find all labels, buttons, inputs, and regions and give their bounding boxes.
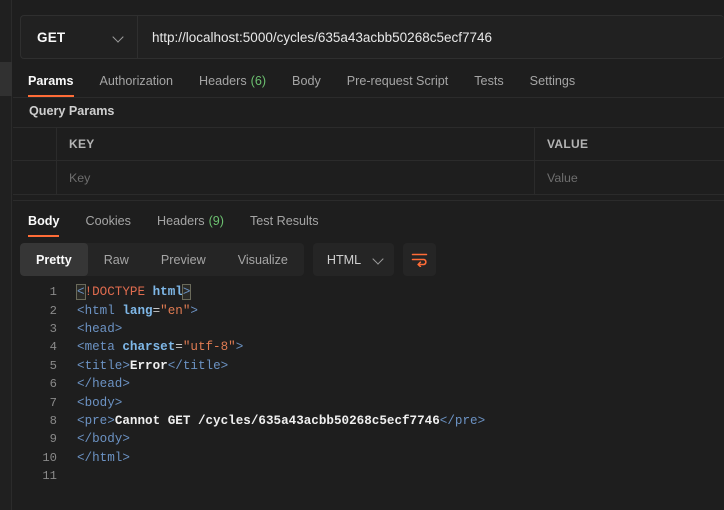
code-line-content: <title>Error</title> bbox=[77, 358, 229, 373]
tab-label: Body bbox=[28, 213, 60, 228]
response-section-divider bbox=[13, 200, 724, 201]
tab-label: Cookies bbox=[85, 213, 131, 228]
code-line: 2 <html lang="en"> bbox=[13, 301, 724, 319]
tab-count-badge: (9) bbox=[208, 213, 224, 228]
view-mode-visualize[interactable]: Visualize bbox=[222, 243, 304, 276]
request-tabs: Params Authorization Headers (6) Body Pre-req… bbox=[20, 64, 724, 97]
view-mode-preview[interactable]: Preview bbox=[145, 243, 222, 276]
response-body-code-viewer[interactable]: 1 <!DOCTYPE html> 2 <html lang="en"> 3 <head>… bbox=[13, 283, 724, 510]
code-line-content: </head> bbox=[77, 377, 130, 392]
code-line: 1 <!DOCTYPE html> bbox=[13, 283, 724, 301]
code-line-content: <meta charset="utf-8"> bbox=[77, 340, 244, 355]
code-line-number: 5 bbox=[49, 358, 57, 373]
tab-label: Authorization bbox=[99, 73, 174, 88]
response-language-label: HTML bbox=[326, 252, 362, 267]
code-line-content: <head> bbox=[77, 321, 123, 336]
tab-label: Headers bbox=[156, 213, 205, 228]
column-header-key: KEY bbox=[57, 128, 535, 160]
code-line-number: 8 bbox=[49, 413, 57, 428]
code-line-number: 2 bbox=[49, 303, 57, 318]
chevron-down-icon bbox=[373, 254, 384, 265]
code-line: 6 </head> bbox=[13, 375, 724, 393]
select-all-checkbox-cell[interactable] bbox=[13, 128, 57, 160]
tab-label: Tests bbox=[474, 73, 504, 88]
column-header-value: VALUE bbox=[535, 128, 724, 160]
view-mode-pretty[interactable]: Pretty bbox=[20, 243, 88, 276]
code-line: 5 <title>Error</title> bbox=[13, 357, 724, 375]
code-line-number: 9 bbox=[49, 432, 57, 447]
code-line-content: <!DOCTYPE html> bbox=[76, 284, 192, 301]
tab-body[interactable]: Body bbox=[20, 204, 72, 237]
url-text: http://localhost:5000/cycles/635a43acbb5… bbox=[152, 29, 493, 45]
response-language-select[interactable]: HTML bbox=[312, 243, 395, 276]
code-line-number: 1 bbox=[49, 285, 57, 300]
table-header-row: KEY VALUE bbox=[13, 127, 724, 160]
tab-label: Pre-request Script bbox=[346, 73, 449, 88]
tab-label: Test Results bbox=[250, 213, 319, 228]
code-line: 10 </html> bbox=[13, 449, 724, 467]
table-bottom-divider bbox=[13, 194, 724, 195]
tab-count-badge: (6) bbox=[250, 73, 267, 88]
param-value-placeholder: Value bbox=[547, 170, 578, 185]
tab-tests[interactable]: Tests bbox=[461, 64, 516, 97]
code-line-content: <pre>Cannot GET /cycles/635a43acbb50268c… bbox=[77, 413, 486, 428]
tab-label: Params bbox=[28, 73, 74, 88]
sidebar-scrollbar-thumb[interactable] bbox=[0, 62, 12, 96]
request-bar: GET http://localhost:5000/cycles/635a43a… bbox=[20, 15, 724, 59]
response-toolbar: Pretty Raw Preview Visualize HTML bbox=[20, 243, 437, 276]
table-row: Key Value bbox=[13, 160, 724, 194]
code-line-content: <body> bbox=[77, 395, 123, 410]
tab-test-results[interactable]: Test Results bbox=[237, 204, 332, 237]
code-line-number: 10 bbox=[42, 450, 57, 465]
wrap-text-icon bbox=[411, 253, 428, 267]
wrap-text-button[interactable] bbox=[403, 243, 437, 276]
code-line-content: </html> bbox=[77, 450, 130, 465]
code-line-number: 6 bbox=[49, 377, 57, 392]
postman-response-window: GET http://localhost:5000/cycles/635a43a… bbox=[0, 0, 724, 510]
code-line: 7 <body> bbox=[13, 393, 724, 411]
tab-params[interactable]: Params bbox=[20, 64, 87, 97]
code-line-number: 4 bbox=[49, 340, 57, 355]
tab-headers[interactable]: Headers (6) bbox=[186, 64, 279, 97]
response-view-mode-group: Pretty Raw Preview Visualize bbox=[20, 243, 304, 276]
param-value-input[interactable]: Value bbox=[535, 161, 724, 194]
param-key-placeholder: Key bbox=[69, 170, 91, 185]
code-line: 4 <meta charset="utf-8"> bbox=[13, 338, 724, 356]
code-line-number: 3 bbox=[49, 321, 57, 336]
tab-body[interactable]: Body bbox=[279, 64, 334, 97]
column-header-key-label: KEY bbox=[69, 137, 95, 151]
row-checkbox-cell[interactable] bbox=[13, 161, 57, 194]
http-method-select[interactable]: GET bbox=[21, 16, 138, 58]
request-tabs-divider bbox=[13, 97, 724, 98]
tab-cookies[interactable]: Cookies bbox=[72, 204, 144, 237]
code-line: 8 <pre>Cannot GET /cycles/635a43acbb50268… bbox=[13, 412, 724, 430]
chevron-down-icon bbox=[113, 32, 124, 43]
code-line-number: 11 bbox=[42, 469, 57, 484]
http-method-label: GET bbox=[37, 29, 66, 45]
code-line: 3 <head> bbox=[13, 320, 724, 338]
query-params-table: KEY VALUE Key Value bbox=[13, 127, 724, 195]
tab-headers[interactable]: Headers (9) bbox=[144, 204, 237, 237]
tab-label: Body bbox=[292, 73, 321, 88]
left-gutter bbox=[0, 0, 12, 510]
code-line-content: <html lang="en"> bbox=[77, 303, 198, 318]
tab-authorization[interactable]: Authorization bbox=[87, 64, 187, 97]
column-header-value-label: VALUE bbox=[547, 137, 589, 151]
code-line-content: </body> bbox=[77, 432, 130, 447]
tab-label: Headers bbox=[199, 73, 247, 88]
code-line: 9 </body> bbox=[13, 430, 724, 448]
tab-pre-request-script[interactable]: Pre-request Script bbox=[334, 64, 462, 97]
param-key-input[interactable]: Key bbox=[57, 161, 535, 194]
tab-settings[interactable]: Settings bbox=[517, 64, 589, 97]
code-line: 11 bbox=[13, 467, 724, 485]
code-line-number: 7 bbox=[49, 395, 57, 410]
view-mode-raw[interactable]: Raw bbox=[88, 243, 145, 276]
url-input[interactable]: http://localhost:5000/cycles/635a43acbb5… bbox=[138, 16, 724, 58]
tab-label: Settings bbox=[529, 73, 576, 88]
response-tabs: Body Cookies Headers (9) Test Results bbox=[20, 204, 724, 237]
query-params-title: Query Params bbox=[29, 104, 115, 118]
